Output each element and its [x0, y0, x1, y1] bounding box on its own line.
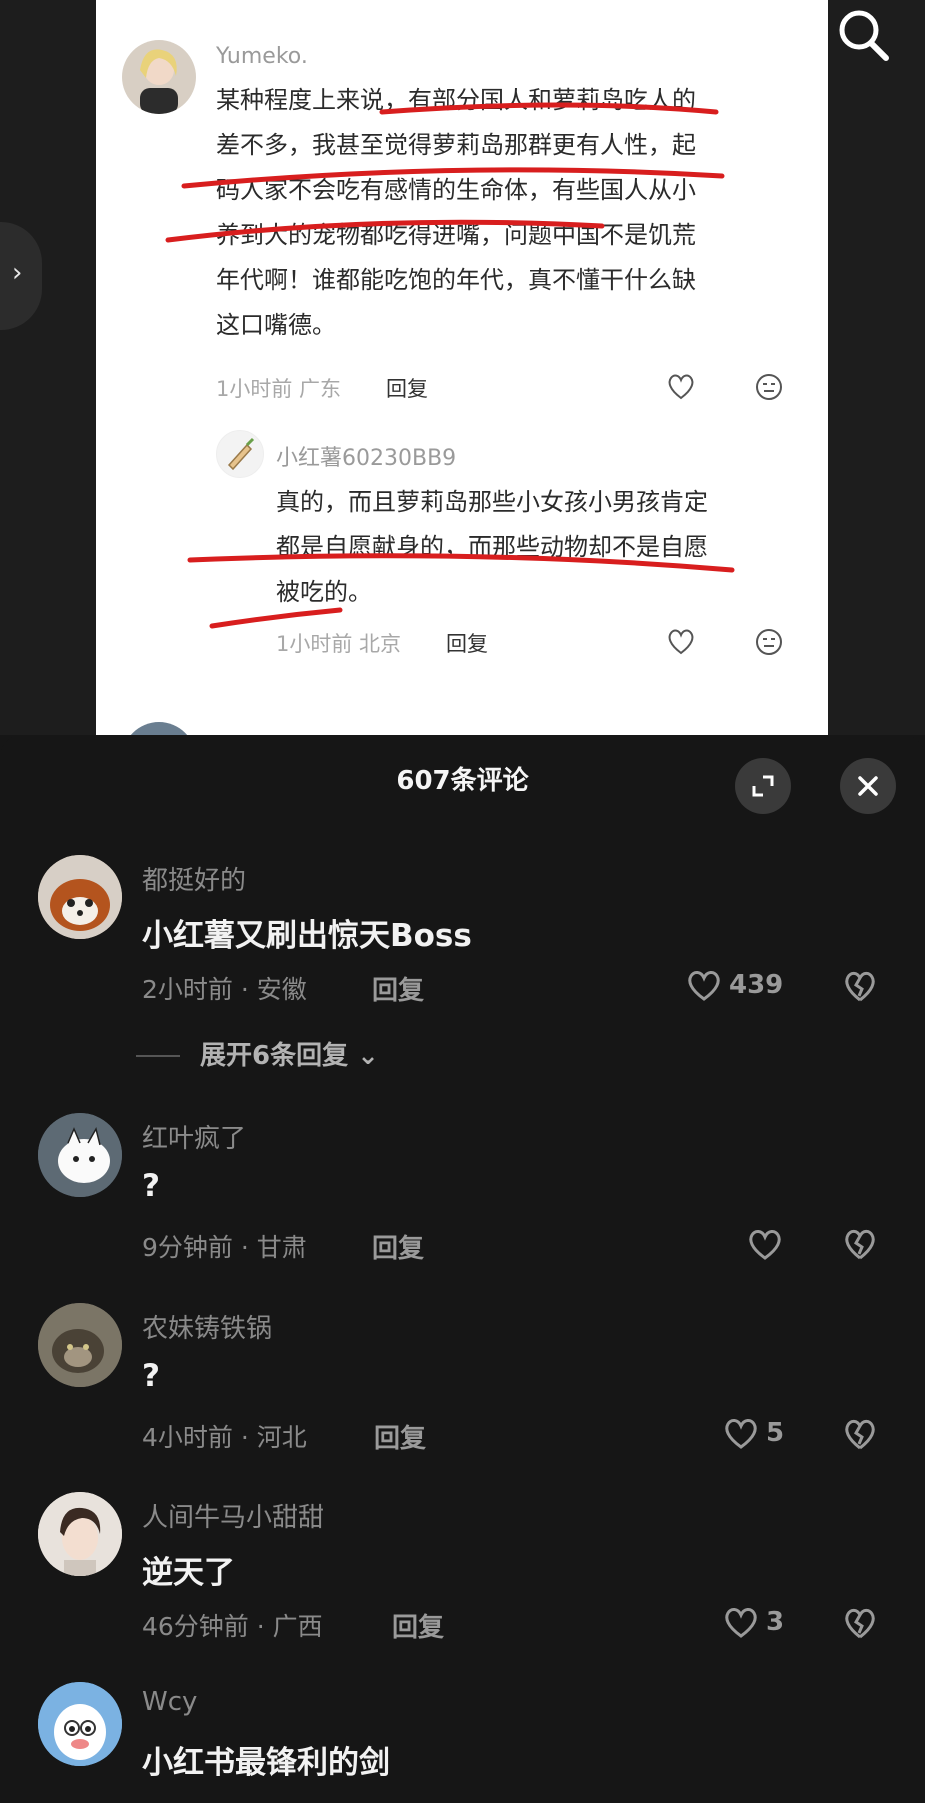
dislike-icon[interactable]: [842, 1227, 878, 1261]
dislike-icon[interactable]: [842, 969, 878, 1003]
avatar[interactable]: [38, 1492, 122, 1576]
avatar[interactable]: [38, 1682, 122, 1766]
expand-replies-button[interactable]: 展开6条回复 ⌄: [200, 1035, 379, 1072]
embedded-comment-screenshot: Yumeko. 某种程度上来说，有部分国人和萝莉岛吃人的 差不多，我甚至觉得萝莉…: [96, 0, 828, 735]
dislike-icon[interactable]: [842, 1417, 878, 1451]
expand-icon: [752, 775, 774, 797]
reply-button[interactable]: 回复: [372, 1228, 424, 1265]
heart-icon: [688, 971, 720, 1001]
comment-meta: 46分钟前 · 广西: [142, 1612, 323, 1641]
like-count: 5: [766, 1418, 785, 1448]
reply-button[interactable]: 回复: [392, 1607, 444, 1644]
search-icon[interactable]: [834, 6, 894, 66]
chevron-right-icon: ›: [12, 258, 23, 288]
close-icon: [858, 776, 878, 796]
heart-icon: [725, 1608, 757, 1638]
reply-button[interactable]: 回复: [374, 1418, 426, 1455]
like-button[interactable]: 3: [722, 1605, 784, 1639]
comment-username[interactable]: 都挺好的: [142, 860, 246, 897]
comment-username[interactable]: 红叶疯了: [142, 1118, 246, 1155]
heart-icon: [725, 1419, 757, 1449]
divider: [136, 1055, 180, 1057]
comment-text: 逆天了: [142, 1555, 235, 1591]
expand-button[interactable]: [735, 758, 791, 814]
comment-text: ?: [142, 1358, 160, 1394]
close-button[interactable]: [840, 758, 896, 814]
red-annotation-lines: [165, 102, 735, 629]
comment-username[interactable]: 农妹铸铁锅: [142, 1308, 272, 1345]
comment-meta: 2小时前 · 安徽: [142, 975, 307, 1004]
like-button[interactable]: 5: [722, 1416, 784, 1450]
heart-icon[interactable]: [746, 1227, 784, 1261]
like-count: 439: [729, 970, 784, 1000]
dislike-icon[interactable]: [842, 1606, 878, 1640]
like-count: 3: [766, 1607, 785, 1637]
comment-username[interactable]: Wcy: [142, 1687, 197, 1717]
avatar[interactable]: [38, 1113, 122, 1197]
comment-text: 小红书最锋利的剑: [142, 1745, 390, 1781]
comment-sheet: [0, 735, 925, 1803]
comment-username[interactable]: 人间牛马小甜甜: [142, 1497, 324, 1534]
comment-text: ?: [142, 1168, 160, 1204]
comment-meta: 4小时前 · 河北: [142, 1423, 307, 1452]
comment-meta: 9分钟前 · 甘肃: [142, 1233, 307, 1262]
like-button[interactable]: 439: [685, 968, 783, 1002]
avatar[interactable]: [38, 1303, 122, 1387]
chevron-down-icon: ⌄: [357, 1041, 379, 1071]
comment-text: 小红薯又刷出惊天Boss: [142, 918, 472, 954]
avatar[interactable]: [38, 855, 122, 939]
reply-button[interactable]: 回复: [372, 970, 424, 1007]
